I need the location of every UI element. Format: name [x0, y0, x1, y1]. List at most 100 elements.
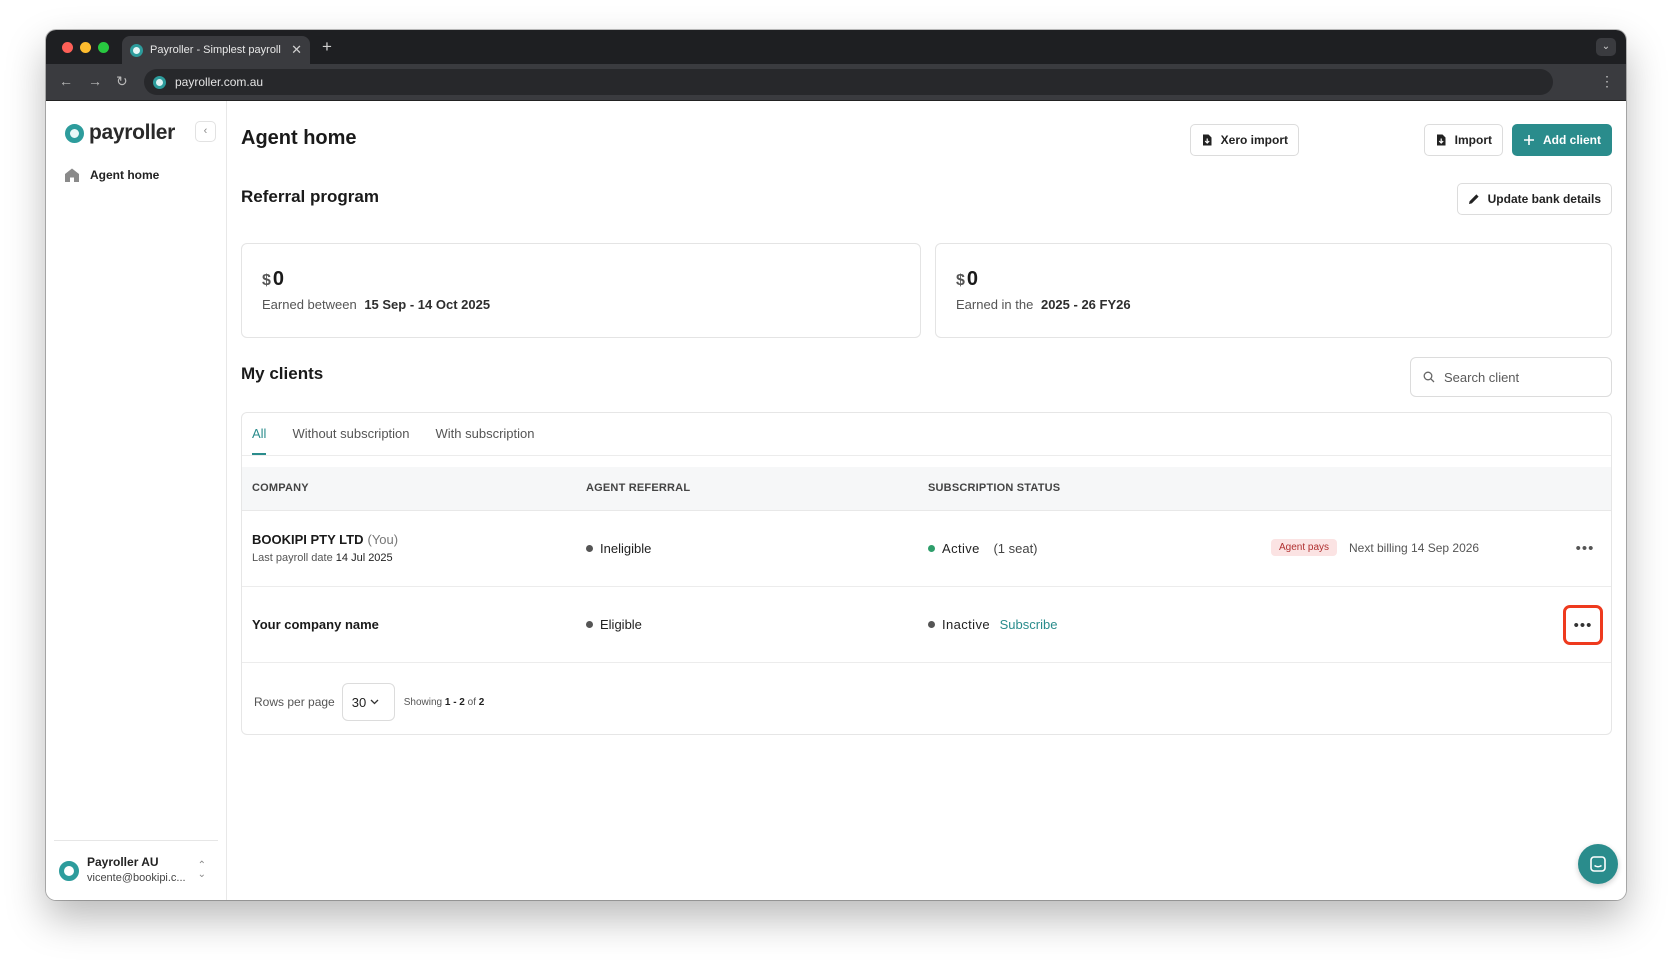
- agent-referral-cell: Ineligible: [586, 541, 651, 556]
- new-tab-icon[interactable]: +: [322, 37, 332, 57]
- add-client-label: Add client: [1542, 133, 1601, 147]
- account-name: Payroller AU: [87, 855, 159, 869]
- rows-per-page-value: 30: [351, 694, 367, 710]
- last-payroll-label: Last payroll date: [252, 552, 333, 564]
- chat-icon: [1590, 856, 1606, 872]
- tab-list-chevron-icon[interactable]: ⌄: [1596, 38, 1616, 56]
- earnings-card-financial-year: $0 Earned in the 2025 - 26 FY26: [935, 243, 1612, 338]
- earnings-amount: $0: [956, 268, 978, 291]
- back-arrow-icon[interactable]: ←: [59, 73, 73, 89]
- pagination: Rows per page 30 Showing 1 - 2 of 2: [254, 683, 484, 721]
- maximize-window-button[interactable]: [98, 42, 109, 53]
- showing-total: 2: [478, 696, 485, 708]
- file-import-icon: [1436, 134, 1446, 146]
- row-actions-button[interactable]: •••: [1563, 605, 1603, 645]
- company-cell: Your company name: [252, 617, 379, 632]
- earnings-amount: $0: [262, 268, 284, 291]
- company-name: BOOKIPI PTY LTD: [252, 532, 364, 547]
- showing-range: 1 - 2: [444, 696, 465, 708]
- pencil-icon: [1468, 194, 1479, 204]
- more-horizontal-icon: •••: [1575, 539, 1595, 557]
- payroller-favicon-icon: [130, 43, 143, 57]
- import-label: Import: [1454, 133, 1492, 147]
- update-bank-details-button[interactable]: Update bank details: [1456, 183, 1612, 215]
- showing-count: Showing 1 - 2 of 2: [404, 697, 485, 708]
- browser-menu-icon[interactable]: ⋮: [1600, 73, 1614, 90]
- site-info-icon[interactable]: [153, 75, 166, 89]
- xero-import-label: Xero import: [1220, 133, 1288, 147]
- column-header-company: COMPANY: [252, 482, 309, 494]
- tab-with-subscription[interactable]: With subscription: [436, 413, 535, 455]
- chat-support-button[interactable]: [1578, 844, 1618, 884]
- rows-per-page-select[interactable]: 30: [341, 683, 395, 721]
- status-dot-icon: [586, 621, 593, 628]
- subscription-status: Inactive: [942, 617, 991, 632]
- account-switcher[interactable]: Payroller AU vicente@bookipi.c... ⌃ ⌄: [54, 840, 218, 900]
- client-filter-tabs: All Without subscription With subscripti…: [252, 413, 535, 455]
- currency-symbol: $: [956, 272, 965, 289]
- browser-window: Payroller - Simplest payroll software ✕ …: [46, 30, 1626, 900]
- earnings-prefix: Earned in the: [956, 297, 1034, 312]
- close-window-button[interactable]: [62, 42, 73, 53]
- table-row[interactable]: Your company name Eligible Inactive Subs…: [242, 587, 1611, 663]
- logo-text: payroller: [89, 121, 176, 144]
- address-bar[interactable]: payroller.com.au: [144, 69, 1553, 95]
- tabs-divider: [242, 455, 1611, 456]
- import-button[interactable]: Import: [1423, 124, 1503, 156]
- main-content: Agent home Xero import Import Add client…: [241, 101, 1618, 900]
- search-client-field[interactable]: [1410, 357, 1612, 397]
- clients-panel: All Without subscription With subscripti…: [241, 412, 1612, 735]
- expand-collapse-icon[interactable]: ⌃ ⌄: [198, 861, 206, 880]
- browser-toolbar: ← → ↻ payroller.com.au ⋮: [46, 64, 1626, 101]
- amount-value: 0: [966, 268, 979, 290]
- sidebar: payroller ‹ Agent home Payroller AU vice…: [46, 101, 227, 900]
- page-title: Agent home: [241, 127, 357, 149]
- earnings-prefix: Earned between: [262, 297, 357, 312]
- more-horizontal-icon: •••: [1573, 616, 1593, 634]
- payroller-logo[interactable]: payroller: [65, 121, 175, 145]
- search-client-input[interactable]: [1444, 369, 1594, 385]
- subscription-status: Active: [942, 541, 980, 556]
- tab-close-icon[interactable]: ✕: [291, 42, 302, 58]
- browser-tab[interactable]: Payroller - Simplest payroll software ✕: [122, 36, 310, 64]
- showing-label: Showing: [403, 696, 443, 708]
- next-billing-text: Next billing 14 Sep 2026: [1349, 541, 1480, 555]
- referral-program-title: Referral program: [241, 187, 379, 206]
- reload-icon[interactable]: ↻: [116, 73, 128, 90]
- chevron-down-icon: [370, 699, 379, 705]
- company-cell: BOOKIPI PTY LTD (You): [252, 532, 398, 547]
- minimize-window-button[interactable]: [80, 42, 91, 53]
- rows-per-page-label: Rows per page: [254, 695, 335, 709]
- row-actions-button[interactable]: •••: [1567, 531, 1603, 565]
- add-client-button[interactable]: Add client: [1511, 124, 1612, 156]
- forward-arrow-icon[interactable]: →: [88, 73, 102, 89]
- seat-count: (1 seat): [993, 541, 1038, 556]
- payroller-logo-icon: [65, 123, 84, 143]
- sidebar-item-label: Agent home: [90, 168, 160, 182]
- table-row[interactable]: BOOKIPI PTY LTD (You) Last payroll date 1…: [242, 511, 1611, 587]
- xero-import-button[interactable]: Xero import: [1189, 124, 1299, 156]
- subscribe-link[interactable]: Subscribe: [1000, 617, 1058, 632]
- last-payroll-date: 14 Jul 2025: [335, 552, 393, 564]
- my-clients-title: My clients: [241, 364, 324, 383]
- subscription-status-cell: Active (1 seat): [928, 541, 1038, 556]
- tab-title: Payroller - Simplest payroll software: [150, 44, 284, 56]
- currency-symbol: $: [262, 272, 271, 289]
- earnings-period-value: 15 Sep - 14 Oct 2025: [364, 297, 491, 312]
- window-controls: [62, 42, 109, 53]
- search-icon: [1423, 371, 1435, 383]
- collapse-sidebar-button[interactable]: ‹: [195, 121, 216, 142]
- column-header-subscription-status: SUBSCRIPTION STATUS: [928, 482, 1061, 494]
- file-import-icon: [1202, 134, 1212, 146]
- earnings-period: Earned in the 2025 - 26 FY26: [956, 297, 1131, 312]
- agent-pays-badge: Agent pays: [1271, 539, 1338, 556]
- referral-status: Ineligible: [600, 541, 652, 556]
- of-label: of: [467, 696, 476, 708]
- sidebar-item-agent-home[interactable]: Agent home: [64, 167, 159, 183]
- active-dot-icon: [928, 545, 935, 552]
- last-payroll: Last payroll date 14 Jul 2025: [252, 552, 393, 564]
- tab-without-subscription[interactable]: Without subscription: [292, 413, 409, 455]
- tab-all[interactable]: All: [252, 413, 267, 455]
- earnings-period: Earned between 15 Sep - 14 Oct 2025: [262, 297, 490, 312]
- table-header: COMPANY AGENT REFERRAL SUBSCRIPTION STAT…: [242, 467, 1611, 511]
